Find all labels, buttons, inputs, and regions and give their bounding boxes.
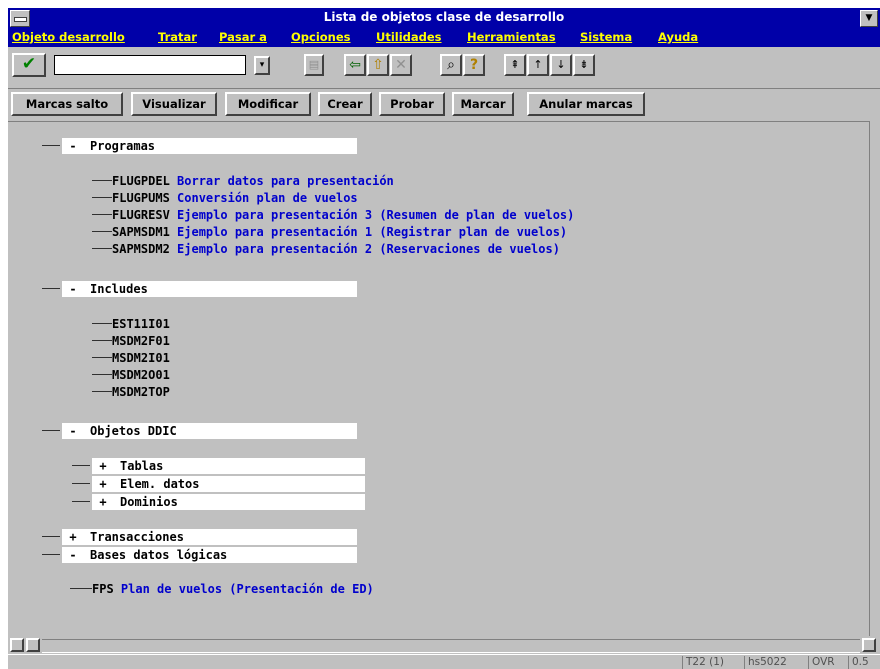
scroll-thumb[interactable] bbox=[26, 638, 40, 652]
find-icon[interactable]: ⌕ bbox=[440, 54, 462, 76]
menu-opciones[interactable]: Opciones bbox=[291, 30, 351, 44]
node-label: Elem. datos bbox=[120, 477, 200, 491]
tree-connector bbox=[42, 145, 60, 146]
list-item[interactable]: FLUGPDEL Borrar datos para presentación bbox=[92, 173, 394, 190]
collapse-icon[interactable]: - bbox=[62, 138, 84, 154]
expand-icon[interactable]: + bbox=[92, 494, 114, 510]
menu-utilidades[interactable]: Utilidades bbox=[376, 30, 442, 44]
status-session: T22 (1) bbox=[682, 656, 727, 669]
title-bar: Lista de objetos clase de desarrollo ▼ bbox=[8, 8, 880, 28]
status-server: hs5022 bbox=[744, 656, 790, 669]
object-tree: - Programas FLUGPDEL Borrar datos para p… bbox=[8, 121, 880, 637]
scroll-left-icon[interactable] bbox=[10, 638, 24, 652]
menu-objeto-desarrollo[interactable]: Objeto desarrollo bbox=[12, 30, 125, 44]
tree-connector bbox=[72, 501, 90, 502]
node-objetos-ddic[interactable]: - Objetos DDIC bbox=[62, 423, 357, 439]
tree-connector bbox=[42, 554, 60, 555]
next-page-icon[interactable]: ↓ bbox=[550, 54, 572, 76]
node-label: Bases datos lógicas bbox=[90, 548, 228, 562]
horizontal-scrollbar[interactable] bbox=[8, 636, 880, 654]
tree-connector bbox=[42, 288, 60, 289]
collapse-icon[interactable]: - bbox=[62, 547, 84, 563]
cancel-icon[interactable]: ✕ bbox=[390, 54, 412, 76]
node-dominios[interactable]: + Dominios bbox=[92, 494, 365, 510]
node-label: Includes bbox=[90, 282, 148, 296]
scroll-right-icon[interactable] bbox=[862, 638, 876, 652]
last-page-icon[interactable]: ⇟ bbox=[573, 54, 595, 76]
visualizar-button[interactable]: Visualizar bbox=[131, 92, 217, 116]
menu-bar: Objeto desarrollo Tratar Pasar a Opcione… bbox=[8, 28, 880, 47]
menu-pasar-a[interactable]: Pasar a bbox=[219, 30, 267, 44]
collapse-icon[interactable]: - bbox=[62, 281, 84, 297]
vertical-scrollbar[interactable] bbox=[869, 121, 880, 636]
help-icon[interactable]: ? bbox=[463, 54, 485, 76]
save-icon[interactable]: ▤ bbox=[304, 54, 324, 76]
status-time: 0.5 bbox=[848, 656, 872, 669]
tree-connector bbox=[42, 536, 60, 537]
sap-window: Lista de objetos clase de desarrollo ▼ O… bbox=[8, 8, 880, 669]
list-item[interactable]: MSDM2TOP bbox=[92, 384, 170, 401]
marcar-button[interactable]: Marcar bbox=[452, 92, 514, 116]
status-mode: OVR bbox=[808, 656, 838, 669]
standard-toolbar: ✔ ▾ ▤ ⇦ ⇧ ✕ ⌕ ? ⇞ ↑ ↓ ⇟ bbox=[8, 48, 880, 86]
command-field[interactable] bbox=[54, 55, 246, 75]
enter-check-icon[interactable]: ✔ bbox=[12, 53, 46, 77]
node-label: Tablas bbox=[120, 459, 164, 473]
list-item[interactable]: FPS Plan de vuelos (Presentación de ED) bbox=[70, 581, 374, 598]
node-bases-datos-logicas[interactable]: - Bases datos lógicas bbox=[62, 547, 357, 563]
maximize-icon[interactable]: ▼ bbox=[860, 10, 878, 27]
list-item[interactable]: FLUGRESV Ejemplo para presentación 3 (Re… bbox=[92, 207, 574, 224]
tree-connector bbox=[72, 483, 90, 484]
tree-connector bbox=[72, 465, 90, 466]
marcas-salto-button[interactable]: Marcas salto bbox=[11, 92, 123, 116]
node-tablas[interactable]: + Tablas bbox=[92, 458, 365, 474]
node-label: Transacciones bbox=[90, 530, 184, 544]
menu-sistema[interactable]: Sistema bbox=[580, 30, 632, 44]
menu-herramientas[interactable]: Herramientas bbox=[467, 30, 556, 44]
back-icon[interactable]: ⇦ bbox=[344, 54, 366, 76]
window-title: Lista de objetos clase de desarrollo bbox=[323, 10, 565, 24]
up-icon[interactable]: ⇧ bbox=[367, 54, 389, 76]
node-label: Objetos DDIC bbox=[90, 424, 177, 438]
menu-tratar[interactable]: Tratar bbox=[158, 30, 197, 44]
expand-icon[interactable]: + bbox=[62, 529, 84, 545]
crear-button[interactable]: Crear bbox=[318, 92, 372, 116]
previous-page-icon[interactable]: ↑ bbox=[527, 54, 549, 76]
collapse-icon[interactable]: - bbox=[62, 423, 84, 439]
status-bar: T22 (1) hs5022 OVR 0.5 bbox=[8, 654, 880, 669]
expand-icon[interactable]: + bbox=[92, 458, 114, 474]
menu-ayuda[interactable]: Ayuda bbox=[658, 30, 698, 44]
list-item[interactable]: MSDM2I01 bbox=[92, 350, 170, 367]
tree-connector bbox=[42, 430, 60, 431]
application-toolbar: Marcas salto Visualizar Modificar Crear … bbox=[8, 88, 880, 119]
node-elem-datos[interactable]: + Elem. datos bbox=[92, 476, 365, 492]
list-item[interactable]: MSDM2F01 bbox=[92, 333, 170, 350]
command-history-icon[interactable]: ▾ bbox=[254, 56, 270, 75]
modificar-button[interactable]: Modificar bbox=[225, 92, 311, 116]
anular-marcas-button[interactable]: Anular marcas bbox=[527, 92, 645, 116]
node-includes[interactable]: - Includes bbox=[62, 281, 357, 297]
list-item[interactable]: FLUGPUMS Conversión plan de vuelos bbox=[92, 190, 358, 207]
node-programas[interactable]: - Programas bbox=[62, 138, 357, 154]
scroll-track[interactable] bbox=[42, 639, 860, 653]
list-item[interactable]: EST11I01 bbox=[92, 316, 170, 333]
first-page-icon[interactable]: ⇞ bbox=[504, 54, 526, 76]
list-item[interactable]: SAPMSDM1 Ejemplo para presentación 1 (Re… bbox=[92, 224, 567, 241]
expand-icon[interactable]: + bbox=[92, 476, 114, 492]
node-label: Dominios bbox=[120, 495, 178, 509]
node-label: Programas bbox=[90, 139, 156, 153]
probar-button[interactable]: Probar bbox=[379, 92, 445, 116]
list-item[interactable]: MSDM2O01 bbox=[92, 367, 170, 384]
node-transacciones[interactable]: + Transacciones bbox=[62, 529, 357, 545]
list-item[interactable]: SAPMSDM2 Ejemplo para presentación 2 (Re… bbox=[92, 241, 560, 258]
